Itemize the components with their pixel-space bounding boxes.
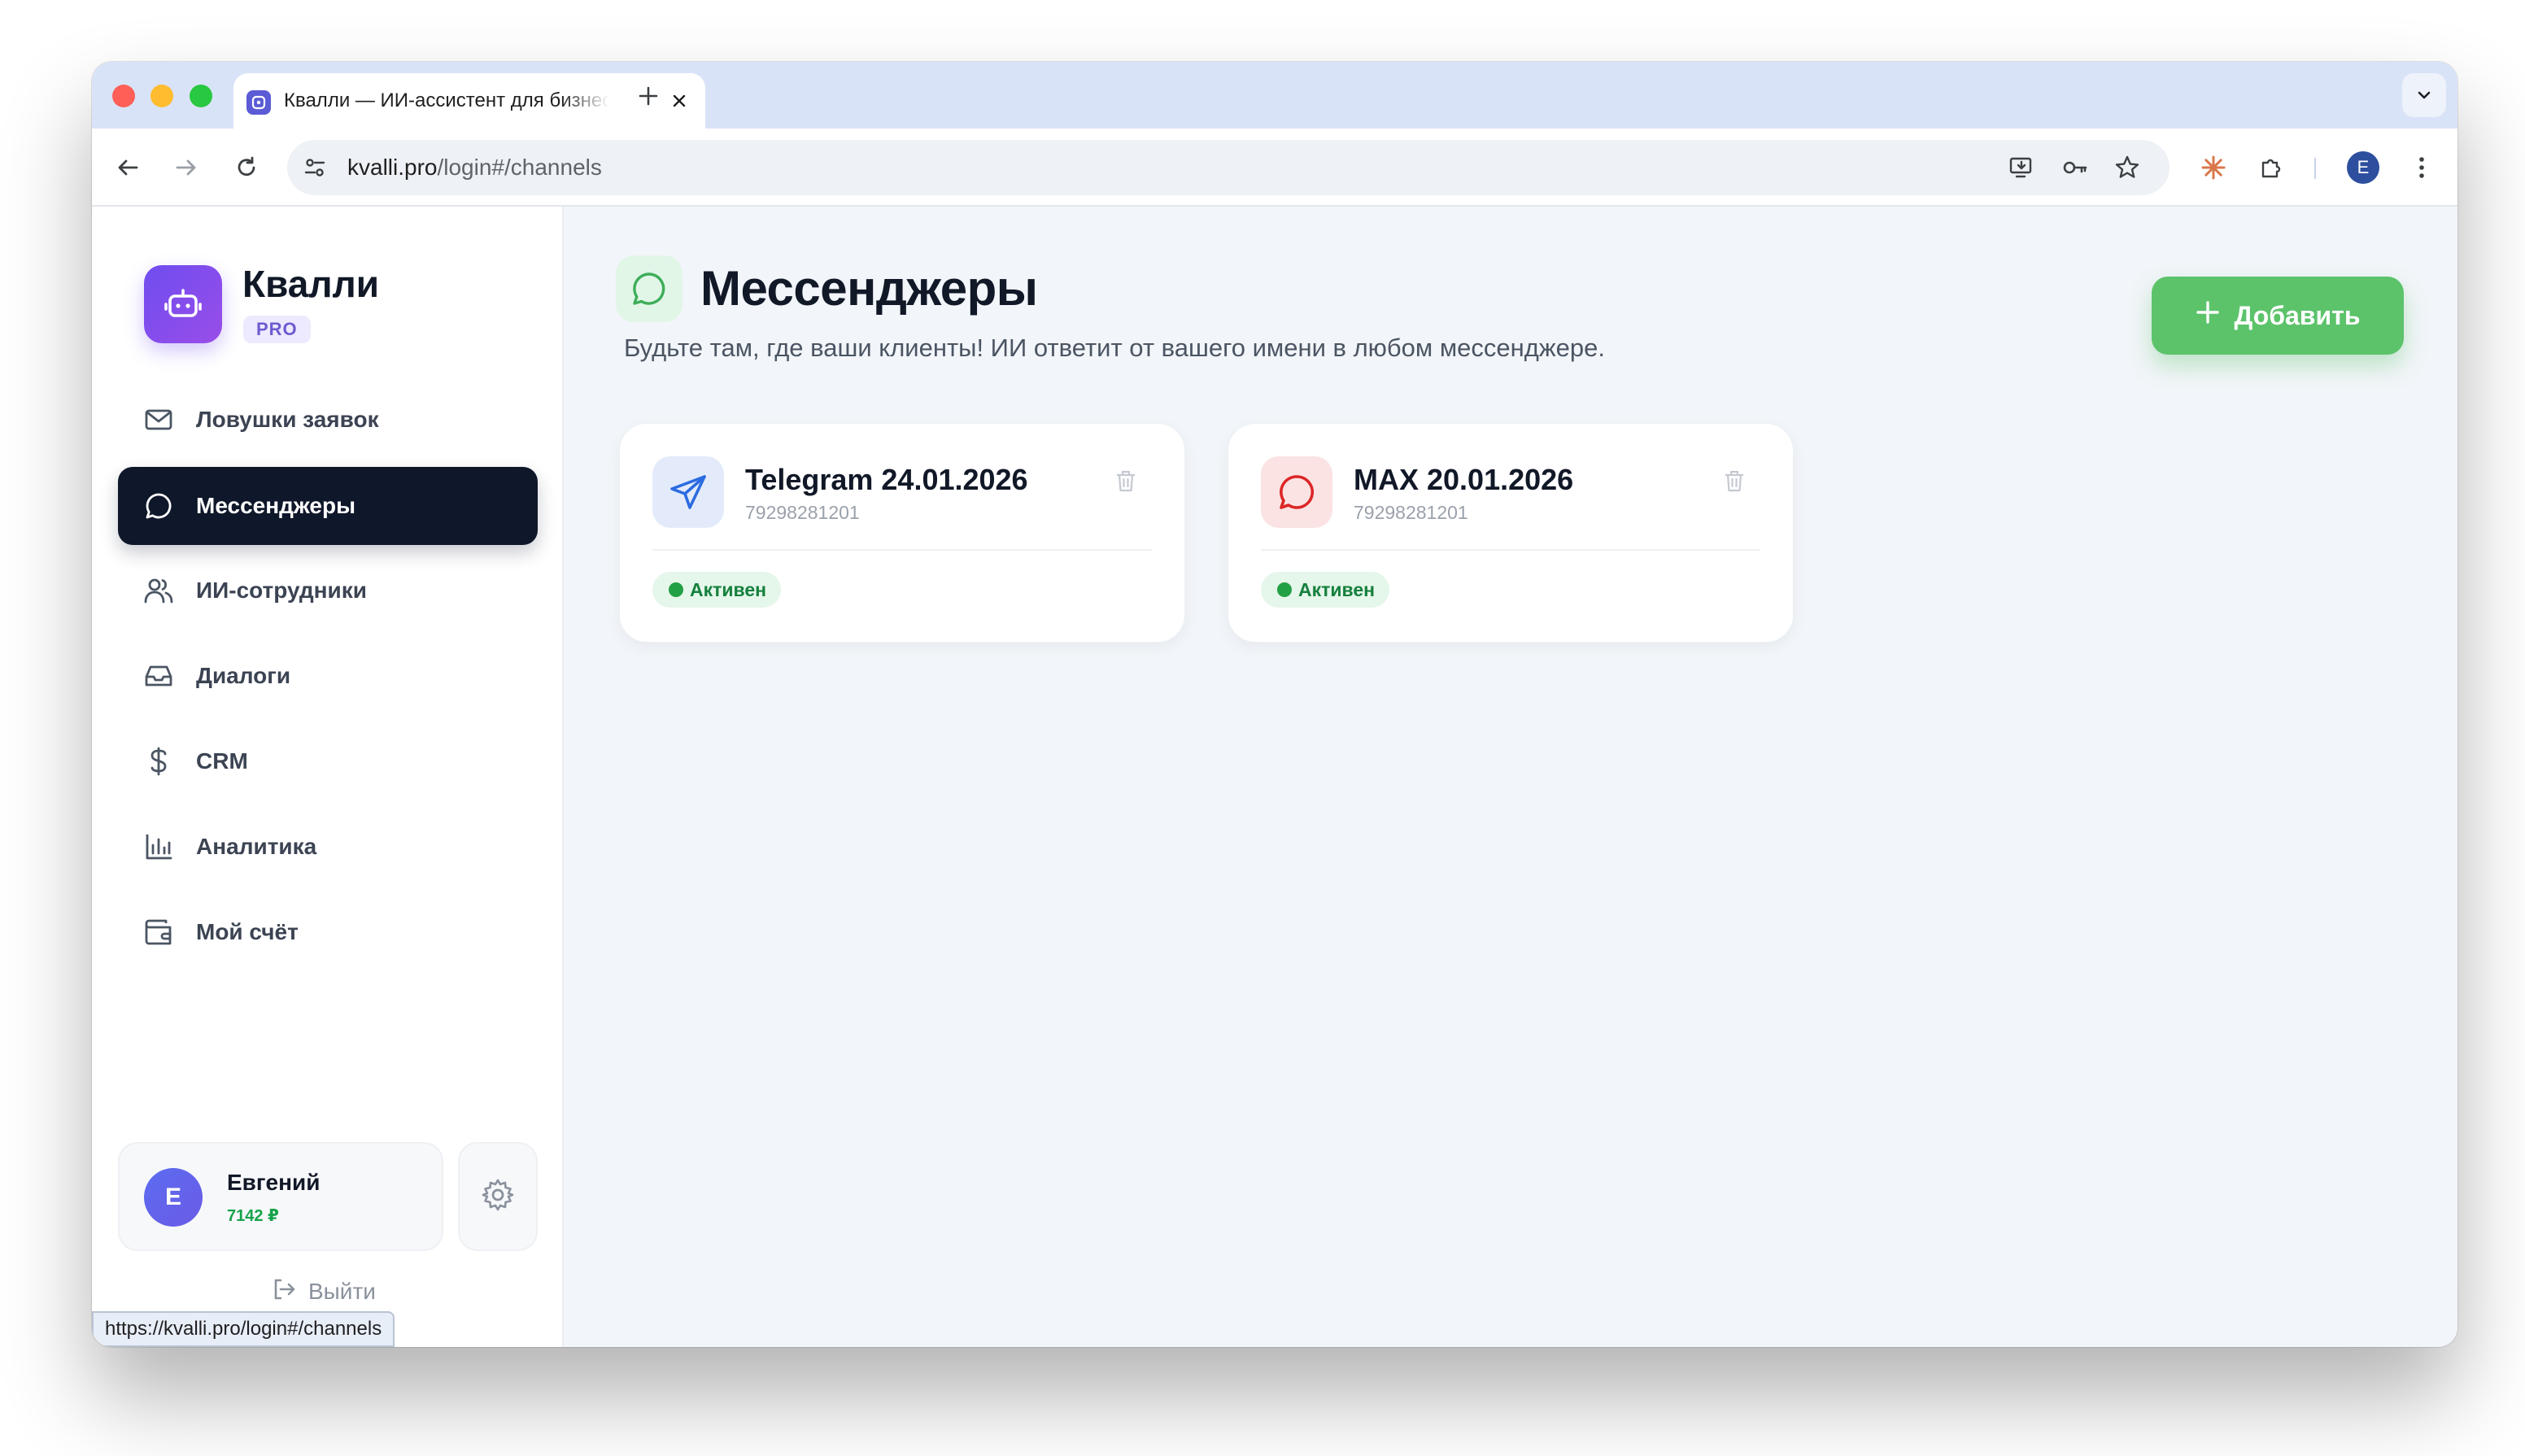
- add-channel-button[interactable]: Добавить: [2152, 277, 2404, 355]
- channel-card-telegram[interactable]: Telegram 24.01.2026 79298281201 Активен: [619, 423, 1185, 643]
- settings-button[interactable]: [458, 1142, 538, 1251]
- sidebar: Квалли PRO Ловушки заявок Мессенджеры ИИ…: [92, 207, 564, 1347]
- link-status-bar: https://kvalli.pro/login#/channels: [92, 1311, 395, 1347]
- forward-arrow-icon[interactable]: [170, 151, 203, 184]
- wallet-icon: [142, 916, 175, 948]
- extensions-puzzle-icon[interactable]: [2256, 151, 2288, 184]
- install-app-icon[interactable]: [2005, 151, 2038, 184]
- browser-menu-dots-icon[interactable]: [2405, 151, 2438, 184]
- status-badge: Активен: [1261, 572, 1390, 608]
- sidebar-item-my-account[interactable]: Мой счёт: [118, 893, 538, 971]
- sidebar-item-label: Мессенджеры: [196, 493, 355, 518]
- mail-icon: [142, 403, 175, 436]
- page-title: Мессенджеры: [700, 261, 1038, 316]
- bookmark-star-icon[interactable]: [2111, 151, 2143, 184]
- sidebar-item-label: CRM: [196, 748, 248, 774]
- browser-window: Квалли — ИИ-ассистент для бизнеса kvalli: [92, 62, 2457, 1347]
- robot-logo-icon[interactable]: [144, 265, 222, 343]
- claude-extension-icon[interactable]: [2197, 151, 2230, 184]
- tab-close-icon[interactable]: [668, 89, 691, 112]
- logout-icon: [271, 1276, 297, 1308]
- telegram-send-icon: [652, 456, 724, 528]
- bar-chart-icon: [142, 830, 175, 863]
- tab-title: Квалли — ИИ-ассистент для бизнеса: [284, 89, 609, 111]
- page-subtitle: Будьте там, где ваши клиенты! ИИ ответит…: [624, 333, 1605, 362]
- plan-badge: PRO: [243, 316, 311, 343]
- sidebar-item-label: Ловушки заявок: [196, 407, 379, 432]
- logout-button[interactable]: Выйти: [271, 1275, 376, 1308]
- channel-card-max[interactable]: MAX 20.01.2026 79298281201 Активен: [1228, 423, 1794, 643]
- tab-strip: Квалли — ИИ-ассистент для бизнеса: [92, 62, 2457, 129]
- channel-phone: 79298281201: [1354, 502, 1468, 523]
- browser-toolbar: kvalli.pro/login#/channels E: [92, 129, 2457, 207]
- new-tab-icon[interactable]: [632, 80, 665, 112]
- users-icon: [142, 574, 175, 607]
- sidebar-item-messengers[interactable]: Мессенджеры: [118, 467, 538, 545]
- toolbar-divider: [2314, 158, 2316, 179]
- channel-name: MAX 20.01.2026: [1354, 463, 1574, 496]
- logout-label: Выйти: [308, 1279, 376, 1304]
- sidebar-item-ai-employees[interactable]: ИИ-сотрудники: [118, 551, 538, 630]
- tab-search-chevron-icon[interactable]: [2402, 73, 2446, 117]
- sidebar-item-crm[interactable]: CRM: [118, 722, 538, 800]
- close-window-button[interactable]: [112, 85, 135, 107]
- sidebar-item-lead-traps[interactable]: Ловушки заявок: [118, 381, 538, 459]
- inbox-icon: [142, 660, 175, 692]
- password-key-icon[interactable]: [2059, 151, 2091, 184]
- sidebar-item-label: Аналитика: [196, 834, 317, 859]
- sidebar-item-label: Мой счёт: [196, 919, 299, 944]
- sidebar-item-label: ИИ-сотрудники: [196, 578, 367, 603]
- channel-phone: 79298281201: [745, 502, 860, 523]
- sidebar-item-label: Диалоги: [196, 663, 291, 688]
- app-area: Квалли PRO Ловушки заявок Мессенджеры ИИ…: [92, 207, 2457, 1347]
- url-text: kvalli.pro/login#/channels: [347, 140, 602, 195]
- main-content: Мессенджеры Будьте там, где ваши клиенты…: [564, 207, 2457, 1347]
- add-button-label: Добавить: [2234, 300, 2361, 330]
- status-badge: Активен: [652, 572, 782, 608]
- trash-icon[interactable]: [1720, 466, 1749, 495]
- url-host: kvalli.pro: [347, 155, 438, 180]
- avatar: E: [144, 1168, 203, 1227]
- profile-avatar[interactable]: E: [2347, 151, 2379, 184]
- address-bar[interactable]: kvalli.pro/login#/channels: [287, 140, 2170, 195]
- back-arrow-icon[interactable]: [111, 151, 144, 184]
- sidebar-item-dialogs[interactable]: Диалоги: [118, 637, 538, 715]
- card-divider: [652, 549, 1152, 551]
- url-path: /login#/channels: [437, 155, 602, 180]
- user-name: Евгений: [227, 1170, 321, 1195]
- favicon-icon: [246, 90, 271, 115]
- chat-bubble-icon: [616, 255, 682, 322]
- sidebar-item-analytics[interactable]: Аналитика: [118, 808, 538, 886]
- gear-icon: [480, 1177, 516, 1217]
- site-settings-icon[interactable]: [299, 151, 331, 184]
- reload-icon[interactable]: [230, 151, 263, 184]
- user-balance: 7142 ₽: [227, 1207, 279, 1225]
- chat-bubble-icon: [142, 490, 175, 522]
- dollar-icon: [142, 745, 175, 778]
- trash-icon[interactable]: [1111, 466, 1140, 495]
- maximize-window-button[interactable]: [190, 85, 212, 107]
- minimize-window-button[interactable]: [150, 85, 173, 107]
- user-profile-card[interactable]: E Евгений 7142 ₽: [118, 1142, 443, 1251]
- plus-icon: [2196, 300, 2220, 331]
- brand-name: Квалли: [242, 263, 380, 305]
- channel-name: Telegram 24.01.2026: [745, 463, 1028, 496]
- card-divider: [1261, 549, 1760, 551]
- max-chat-icon: [1261, 456, 1332, 528]
